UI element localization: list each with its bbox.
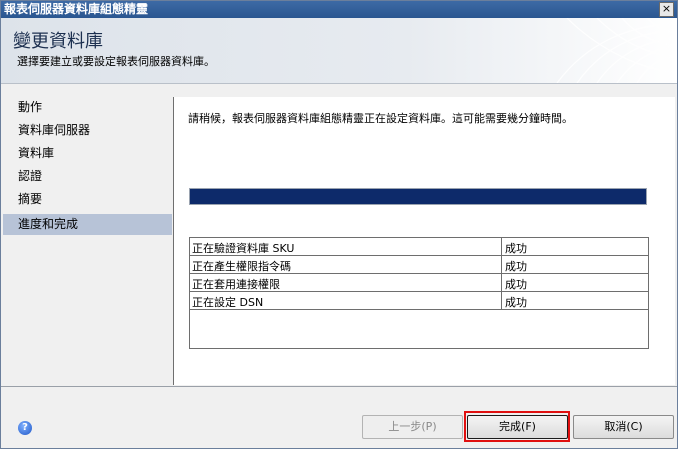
window-title: 報表伺服器資料庫組態精靈 [4, 2, 149, 16]
title-bar[interactable]: 報表伺服器資料庫組態精靈 × [1, 1, 677, 18]
sidebar-item-credentials[interactable]: 認證 [3, 166, 172, 187]
progress-bar [189, 188, 647, 205]
sidebar-item-summary[interactable]: 摘要 [3, 189, 172, 210]
task-name: 正在設定 DSN [192, 296, 264, 309]
progress-fill [190, 189, 646, 204]
task-result: 成功 [505, 278, 527, 291]
sidebar-item-database-server[interactable]: 資料庫伺服器 [3, 120, 172, 141]
task-result: 成功 [505, 260, 527, 273]
wizard-steps-sidebar: 動作 資料庫伺服器 資料庫 認證 摘要 進度和完成 [3, 97, 172, 385]
task-name: 正在驗證資料庫 SKU [192, 242, 295, 255]
sidebar-item-action[interactable]: 動作 [3, 97, 172, 118]
footer-divider [1, 386, 677, 387]
table-row: 正在套用連接權限 成功 [190, 274, 648, 292]
back-button[interactable]: 上一步(P) [362, 415, 463, 439]
help-glyph: ? [22, 422, 28, 433]
cancel-button[interactable]: 取消(C) [573, 415, 674, 439]
status-message: 請稍候，報表伺服器資料庫組態精靈正在設定資料庫。這可能需要幾分鐘時間。 [188, 112, 573, 125]
wizard-header: 變更資料庫 選擇要建立或要設定報表伺服器資料庫。 [1, 18, 677, 84]
wizard-window: 報表伺服器資料庫組態精靈 × 變更資料庫 選擇要建立或要設定報表伺服器資料庫。 … [0, 0, 678, 449]
sidebar-item-database[interactable]: 資料庫 [3, 143, 172, 164]
page-subtitle: 選擇要建立或要設定報表伺服器資料庫。 [17, 55, 215, 68]
task-result: 成功 [505, 296, 527, 309]
sidebar-item-progress-and-finish[interactable]: 進度和完成 [3, 214, 172, 235]
table-row: 正在設定 DSN 成功 [190, 292, 648, 310]
task-result: 成功 [505, 242, 527, 255]
help-icon[interactable]: ? [18, 421, 32, 435]
page-title: 變更資料庫 [13, 31, 103, 52]
table-row: 正在驗證資料庫 SKU 成功 [190, 238, 648, 256]
task-name: 正在產生權限指令碼 [192, 260, 291, 273]
header-decoration [556, 18, 677, 83]
column-divider [501, 238, 502, 310]
task-name: 正在套用連接權限 [192, 278, 280, 291]
close-button[interactable]: × [659, 2, 674, 17]
table-row: 正在產生權限指令碼 成功 [190, 256, 648, 274]
content-panel: 請稍候，報表伺服器資料庫組態精靈正在設定資料庫。這可能需要幾分鐘時間。 正在驗證… [174, 97, 675, 385]
close-icon: × [661, 2, 672, 15]
finish-highlight-box [464, 411, 570, 442]
task-status-table: 正在驗證資料庫 SKU 成功 正在產生權限指令碼 成功 正在套用連接權限 成功 … [189, 237, 649, 349]
